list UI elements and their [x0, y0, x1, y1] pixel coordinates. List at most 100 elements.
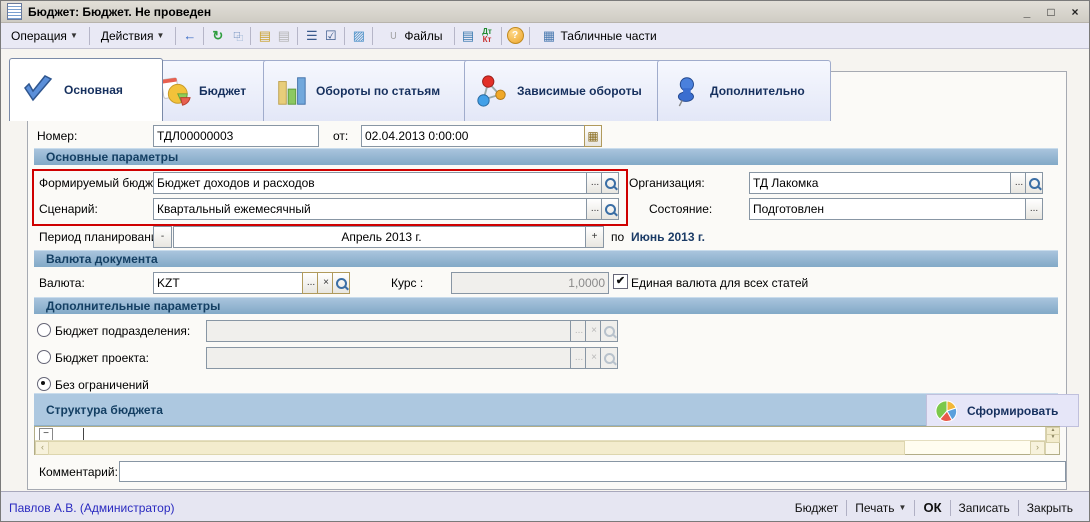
section-header-currency: Валюта документа [34, 250, 1058, 267]
checkmark-icon [20, 72, 56, 108]
scenario-open-button[interactable] [601, 198, 619, 220]
forming-budget-input[interactable] [153, 172, 595, 194]
minimize-button[interactable]: _ [1019, 5, 1035, 19]
separator [175, 27, 176, 45]
tab-additional[interactable]: Дополнительно [657, 60, 831, 121]
files-button[interactable]: ⊃ Файлы [378, 24, 448, 47]
copy-icon[interactable]: □ [228, 27, 245, 44]
tabular-parts-button[interactable]: ▦ Табличные части [535, 24, 663, 47]
period-minus-button[interactable]: - [153, 226, 172, 248]
organization-input[interactable] [749, 172, 1019, 194]
magnifier-icon [605, 204, 616, 215]
ok-button[interactable]: ОК [915, 498, 949, 517]
structure-list-icon[interactable]: ☰ [303, 27, 320, 44]
separator [372, 27, 373, 45]
forming-budget-open-button[interactable] [601, 172, 619, 194]
comment-input[interactable] [119, 461, 1066, 482]
separator [344, 27, 345, 45]
chevron-down-icon: ▼ [70, 31, 78, 40]
date-input[interactable] [361, 125, 593, 147]
document-icon [7, 3, 22, 20]
period-to-label: по [611, 230, 624, 244]
date-label: от: [333, 129, 348, 143]
pushpin-icon [668, 74, 702, 108]
help-icon[interactable]: ? [507, 27, 524, 44]
tab-dependent-turnovers[interactable]: Зависимые обороты [464, 60, 674, 121]
separator [501, 27, 502, 45]
chevron-down-icon: ▼ [156, 31, 164, 40]
department-budget-radio[interactable] [37, 323, 51, 337]
post-document-icon[interactable]: ▤ [256, 27, 273, 44]
vertical-scrollbar[interactable]: ▲ ▼ [1045, 427, 1059, 454]
scroll-right-icon[interactable]: › [1030, 441, 1045, 455]
magnifier-icon [604, 353, 615, 364]
scenario-input[interactable] [153, 198, 595, 220]
calendar-icon: ▦ [587, 127, 598, 145]
generate-button[interactable]: Сформировать [926, 394, 1079, 427]
organization-label: Организация: [629, 176, 705, 190]
pie-chart-icon [935, 399, 959, 423]
section-header-structure: Структура бюджета [34, 393, 1058, 426]
document-window: Бюджет: Бюджет. Не проведен _ □ × Операц… [0, 0, 1090, 522]
project-budget-input [206, 347, 579, 369]
tab-budget[interactable]: Бюджет [146, 60, 280, 121]
budget-footer-button[interactable]: Бюджет [787, 499, 846, 517]
separator [297, 27, 298, 45]
section-header-main-params: Основные параметры [34, 148, 1058, 165]
state-input[interactable] [749, 198, 1034, 220]
number-label: Номер: [37, 129, 77, 143]
operation-menu-button[interactable]: Операция ▼ [5, 26, 84, 46]
budget-structure-tree[interactable]: − ▲ ▼ ‹ › [34, 426, 1060, 455]
window-title: Бюджет: Бюджет. Не проведен [28, 5, 211, 19]
debit-credit-icon[interactable]: Дт Кт [479, 28, 496, 44]
separator [529, 27, 530, 45]
tab-turnovers-by-items[interactable]: Обороты по статьям [263, 60, 481, 121]
magnifier-icon [604, 326, 615, 337]
checkbox-list-icon[interactable]: ☑ [322, 27, 339, 44]
molecule-icon [475, 74, 509, 108]
department-budget-open-button [600, 320, 618, 342]
single-currency-checkbox[interactable]: ✔ [613, 274, 628, 289]
unpost-document-icon: ▤ [275, 27, 292, 44]
magnifier-icon [336, 278, 347, 289]
number-input[interactable] [153, 125, 319, 147]
print-menu-button[interactable]: Печать ▼ [847, 499, 914, 517]
separator [89, 27, 90, 45]
period-plus-button[interactable]: + [585, 226, 604, 248]
no-limits-radio[interactable] [37, 377, 51, 391]
refresh-icon[interactable]: ↻ [209, 27, 226, 44]
organization-open-button[interactable] [1025, 172, 1043, 194]
state-label: Состояние: [649, 202, 712, 216]
horizontal-scrollbar[interactable]: ‹ › [35, 440, 1045, 454]
scroll-down-icon[interactable]: ▼ [1046, 434, 1060, 443]
tab-main[interactable]: Основная [9, 58, 163, 121]
comment-label: Комментарий: [39, 465, 118, 479]
project-budget-radio[interactable] [37, 350, 51, 364]
separator [454, 27, 455, 45]
state-select-button[interactable]: ... [1025, 198, 1043, 220]
table-icon: ▦ [541, 27, 558, 44]
paperclip-icon: ⊃ [384, 27, 401, 44]
currency-open-button[interactable] [332, 272, 350, 294]
maximize-button[interactable]: □ [1043, 5, 1059, 19]
currency-input[interactable] [153, 272, 311, 294]
chevron-down-icon: ▼ [899, 503, 907, 512]
report-icon[interactable]: ▤ [460, 27, 477, 44]
close-button[interactable]: × [1067, 5, 1083, 19]
save-button[interactable]: Записать [951, 499, 1018, 517]
reread-icon[interactable]: ← [181, 27, 198, 44]
rate-label: Курс : [391, 276, 423, 290]
separator [203, 27, 204, 45]
period-input[interactable] [173, 226, 590, 248]
magnifier-icon [605, 178, 616, 189]
no-limits-label: Без ограничений [55, 378, 149, 392]
currency-label: Валюта: [39, 276, 85, 290]
department-budget-label: Бюджет подразделения: [55, 324, 190, 338]
close-form-button[interactable]: Закрыть [1019, 499, 1081, 517]
actions-menu-button[interactable]: Действия ▼ [95, 26, 171, 46]
scrollbar-thumb[interactable] [48, 441, 905, 455]
picture-icon[interactable]: ▨ [350, 27, 367, 44]
department-budget-input [206, 320, 579, 342]
status-bar: Павлов А.В. (Администратор) Бюджет Печат… [1, 491, 1089, 522]
calendar-button[interactable]: ▦ [584, 125, 602, 147]
